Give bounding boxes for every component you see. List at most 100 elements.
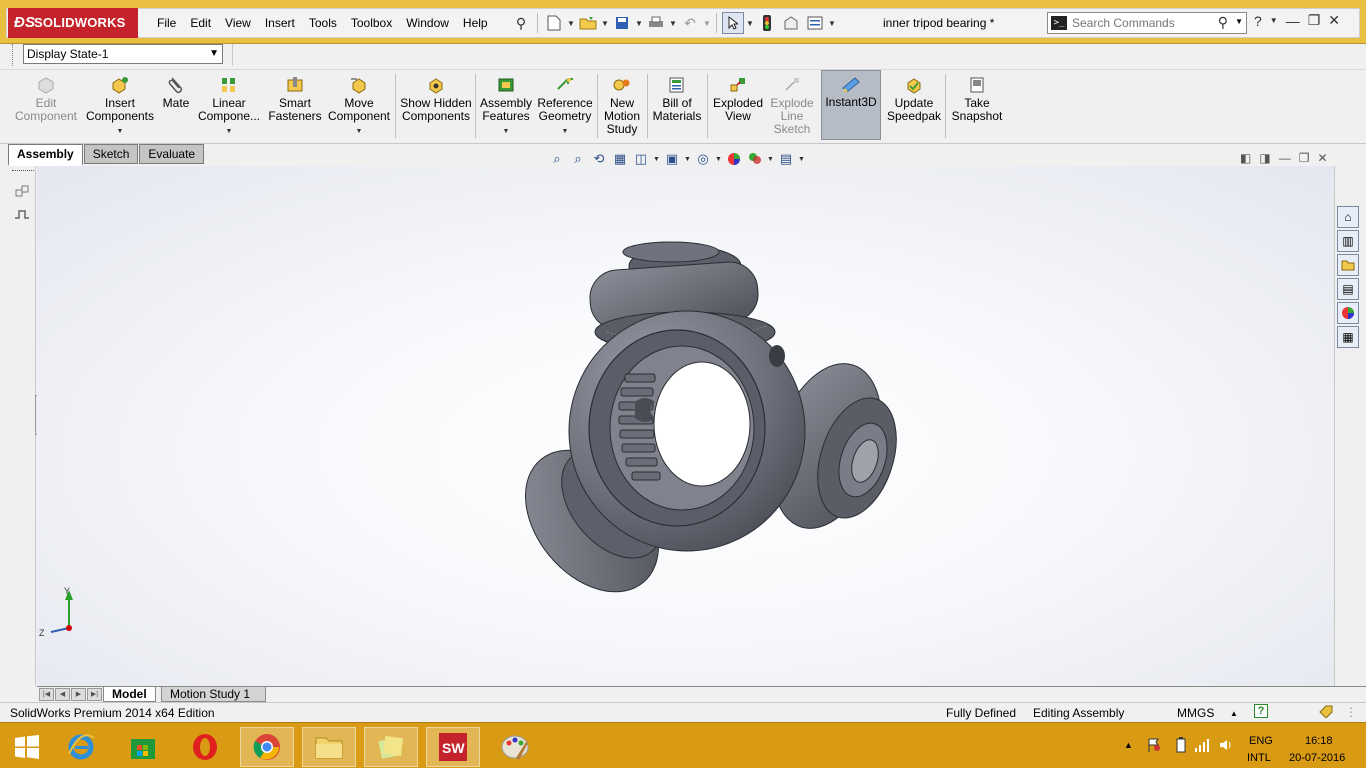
minimize-icon[interactable]: — (1286, 13, 1300, 29)
solidworks-logo[interactable]: ƉS SOLIDWORKS (8, 8, 138, 38)
menu-window[interactable]: Window (399, 8, 456, 38)
design-library-icon[interactable]: ▥ (1337, 230, 1359, 252)
zoom-to-fit-icon[interactable]: ⌕ (548, 150, 566, 168)
close-icon[interactable]: ✕ (1317, 151, 1327, 165)
chevron-down-icon[interactable]: ▼ (715, 156, 722, 163)
display-style-cube-icon[interactable]: ▣ (663, 150, 681, 168)
move-component-button[interactable]: Move Component ▼ (326, 72, 392, 140)
input-language[interactable]: ENG (1249, 735, 1273, 747)
taskbar-sticky-notes[interactable] (364, 727, 418, 767)
select-dropdown-icon[interactable]: ▼ (746, 19, 754, 28)
open-folder-icon[interactable] (577, 12, 599, 34)
undo-icon[interactable]: ↶ (679, 12, 701, 34)
clock-time[interactable]: 16:18 (1305, 735, 1333, 747)
menu-toolbox[interactable]: Toolbox (344, 8, 399, 38)
wifi-signal-icon[interactable] (1194, 737, 1210, 756)
chevron-down-icon[interactable]: ▼ (798, 156, 805, 163)
view-orientation-icon[interactable]: ◫ (632, 150, 650, 168)
taskbar-file-explorer[interactable] (302, 727, 356, 767)
start-button[interactable] (0, 727, 54, 767)
hide-show-items-icon[interactable]: ◎ (694, 150, 712, 168)
display-state-select[interactable]: Display State-1 ▼ (23, 44, 223, 64)
prev-tab-icon[interactable]: ◀ (55, 688, 70, 701)
tripod-bearing-model[interactable] (37, 166, 1334, 686)
options-dropdown-icon[interactable]: ▼ (828, 19, 836, 28)
section-view-icon[interactable]: ▦ (611, 150, 629, 168)
search-icon[interactable]: ⚲ (1218, 14, 1228, 31)
chevron-down-icon[interactable]: ▼ (653, 156, 660, 163)
menu-help[interactable]: Help (456, 8, 495, 38)
menu-insert[interactable]: Insert (258, 8, 302, 38)
next-tab-icon[interactable]: ▶ (71, 688, 86, 701)
apply-scene-icon[interactable] (746, 150, 764, 168)
taskbar-solidworks[interactable]: SW (426, 727, 480, 767)
first-tab-icon[interactable]: |◀ (39, 688, 54, 701)
menu-edit[interactable]: Edit (183, 8, 218, 38)
last-tab-icon[interactable]: ▶| (87, 688, 102, 701)
menu-file[interactable]: File (150, 8, 183, 38)
undo-dropdown-icon[interactable]: ▼ (703, 19, 711, 28)
new-motion-study-button[interactable]: New Motion Study (600, 72, 644, 140)
custom-properties-icon[interactable]: ▦ (1337, 326, 1359, 348)
chevron-down-icon[interactable]: ▼ (197, 125, 261, 138)
split-right-icon[interactable]: ◨ (1259, 151, 1270, 165)
menu-view[interactable]: View (218, 8, 258, 38)
taskbar-chrome[interactable] (240, 727, 294, 767)
new-dropdown-icon[interactable]: ▼ (567, 19, 575, 28)
exploded-view-button[interactable]: Exploded View (710, 72, 766, 140)
open-dropdown-icon[interactable]: ▼ (601, 19, 609, 28)
new-document-icon[interactable] (543, 12, 565, 34)
clock-date[interactable]: 20-07-2016 (1289, 752, 1345, 764)
assembly-features-button[interactable]: Assembly Features ▼ (478, 72, 534, 140)
rebuild-traffic-light-icon[interactable] (756, 12, 778, 34)
edit-component-button[interactable]: Edit Component (12, 72, 80, 140)
select-arrow-icon[interactable] (722, 12, 744, 34)
battery-icon[interactable] (1176, 737, 1186, 756)
restore-icon[interactable]: ❐ (1299, 151, 1310, 165)
mate-button[interactable]: Mate (158, 72, 194, 140)
save-icon[interactable] (611, 12, 633, 34)
insert-components-button[interactable]: Insert Components ▼ (84, 72, 156, 140)
taskbar-paint[interactable] (488, 727, 542, 767)
file-properties-icon[interactable] (780, 12, 802, 34)
assembly-tree-icon[interactable] (14, 184, 32, 202)
update-speedpak-button[interactable]: Update Speedpak (886, 72, 942, 140)
search-commands-box[interactable]: >_ ⚲ ▼ (1047, 12, 1247, 34)
close-icon[interactable]: ✕ (1328, 12, 1340, 29)
tray-expand-icon[interactable]: ▲ (1124, 740, 1133, 750)
home-icon[interactable]: ⌂ (1337, 206, 1359, 228)
tab-assembly[interactable]: Assembly (8, 144, 83, 166)
unit-system[interactable]: MMGS (1177, 706, 1214, 720)
taskbar-opera[interactable] (178, 727, 232, 767)
previous-view-icon[interactable]: ⟲ (590, 150, 608, 168)
instant3d-button[interactable]: Instant3D (821, 70, 881, 140)
keyboard-layout[interactable]: INTL (1247, 752, 1271, 764)
appearances-icon[interactable] (1337, 302, 1359, 324)
minimize-icon[interactable]: — (1279, 151, 1291, 165)
taskbar-internet-explorer[interactable] (54, 727, 108, 767)
search-dropdown-icon[interactable]: ▼ (1235, 17, 1243, 26)
help-status-icon[interactable]: ? (1254, 704, 1268, 718)
chevron-down-icon[interactable]: ▼ (535, 125, 595, 138)
sketch-step-icon[interactable] (14, 208, 32, 226)
chevron-down-icon[interactable]: ▼ (684, 156, 691, 163)
tab-sketch[interactable]: Sketch (83, 144, 139, 164)
bill-of-materials-button[interactable]: Bill of Materials (650, 72, 704, 140)
linear-component-pattern-button[interactable]: Linear Compone... ▼ (197, 72, 261, 140)
chevron-down-icon[interactable]: ▼ (767, 156, 774, 163)
print-dropdown-icon[interactable]: ▼ (669, 19, 677, 28)
edit-appearance-icon[interactable] (725, 150, 743, 168)
split-left-icon[interactable]: ◧ (1240, 151, 1251, 165)
action-center-flag-icon[interactable] (1146, 737, 1162, 756)
help-dropdown-icon[interactable]: ▼ (1270, 16, 1278, 25)
view-palette-icon[interactable]: ▤ (1337, 278, 1359, 300)
tab-model[interactable]: Model (103, 687, 156, 702)
graphics-area[interactable]: Y Z (37, 166, 1334, 686)
print-icon[interactable] (645, 12, 667, 34)
reference-geometry-button[interactable]: Reference Geometry ▼ (535, 72, 595, 140)
rebuild-tag-icon[interactable] (1318, 704, 1334, 721)
tab-motion-study-1[interactable]: Motion Study 1 (161, 687, 266, 702)
chevron-down-icon[interactable]: ▼ (478, 125, 534, 138)
taskbar-store[interactable] (116, 727, 170, 767)
chevron-down-icon[interactable]: ▼ (84, 125, 156, 138)
